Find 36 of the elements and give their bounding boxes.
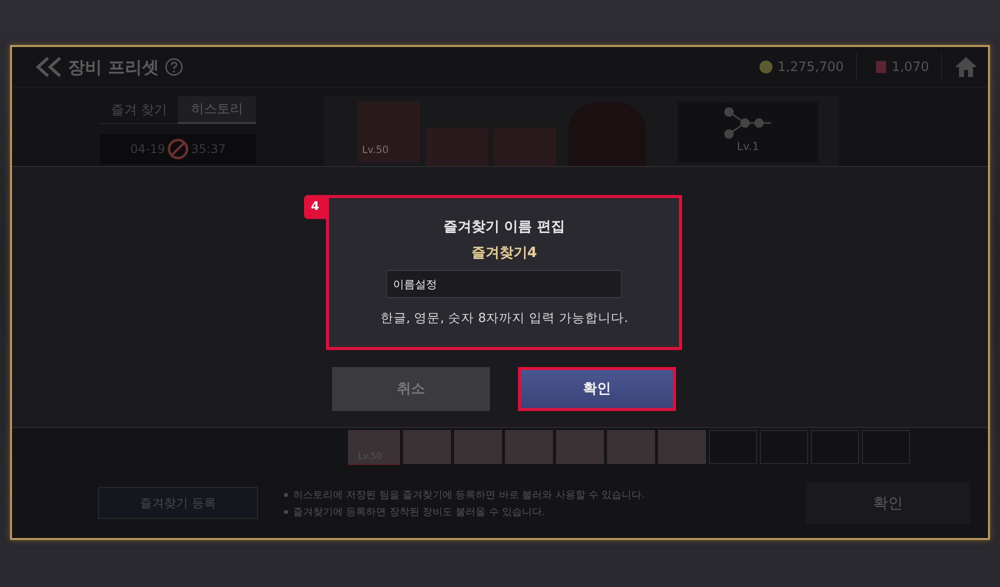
prohibited-icon [167,138,190,160]
coin-icon [758,60,773,74]
equipment-slot[interactable] [556,430,604,464]
equipment-slot[interactable] [403,430,451,464]
equipment-slot[interactable] [607,430,655,464]
level-label: Lv.50 [362,145,389,156]
home-icon[interactable] [954,56,978,78]
skill-tree-card[interactable]: Lv.1 [678,102,818,162]
skill-level: Lv.1 [736,140,760,153]
step-badge: 4 [304,195,326,219]
page-title: 장비 프리셋 [68,56,159,78]
bullet-icon [284,492,288,496]
equipment-slot[interactable] [454,430,502,464]
tab[interactable]: 히스토리 [178,96,256,124]
input-hint: 한글, 영문, 숫자 8자까지 입력 가능합니다. [380,310,628,327]
currency-amount: 1,275,700 [778,60,844,74]
ticket-icon [874,60,887,74]
equipment-slot[interactable] [862,430,910,464]
dialog-title: 즐겨찾기 이름 편집 [443,218,566,236]
preset-name: 즐겨찾기4 [471,244,538,262]
equipment-slot[interactable] [505,430,553,464]
name-input-field[interactable]: 이름설정 [386,270,622,298]
help-icon [164,58,183,76]
back-icon[interactable] [36,56,62,78]
confirm-button[interactable]: 확인 [518,367,676,411]
note-text: 히스토리에 저장된 팀을 즐겨찾기에 등록하면 바로 불러와 사용할 수 있습니다. [293,488,645,502]
equipment-slot[interactable] [709,430,757,464]
confirm-button[interactable]: 확인 [806,482,970,524]
ticket-amount: 1,070 [892,60,929,74]
bullet-icon [284,510,288,514]
equipment-slot[interactable] [760,430,808,464]
equipment-slot[interactable] [811,430,859,464]
equipment-slot[interactable] [658,430,706,464]
cancel-button[interactable]: 취소 [332,367,490,411]
note-text: 즐겨찾기에 등록하면 장착된 장비도 불러올 수 있습니다. [293,506,546,518]
node-tree-icon [723,106,773,140]
